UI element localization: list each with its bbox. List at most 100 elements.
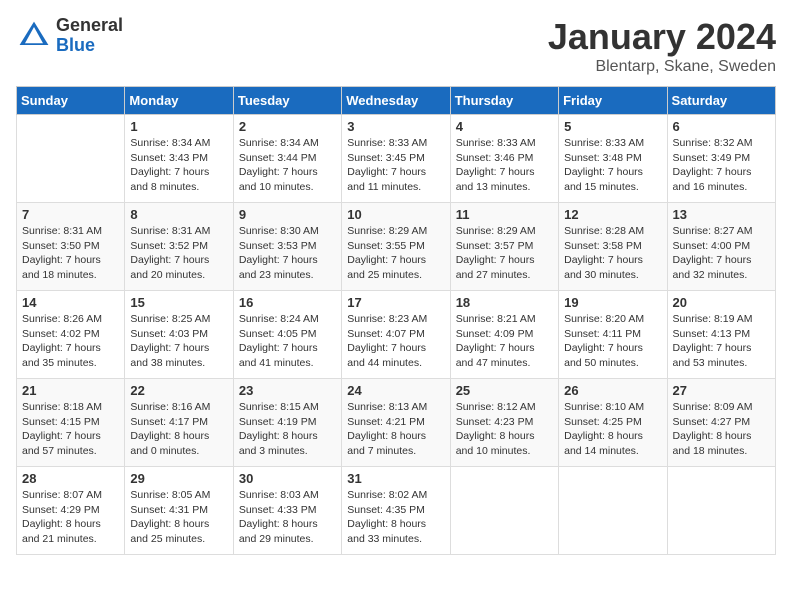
day-number: 20 — [673, 295, 770, 310]
logo-general-text: General — [56, 16, 123, 36]
day-number: 17 — [347, 295, 444, 310]
day-number: 2 — [239, 119, 336, 134]
day-number: 19 — [564, 295, 661, 310]
day-number: 24 — [347, 383, 444, 398]
column-header-thursday: Thursday — [450, 87, 558, 115]
day-info: Sunrise: 8:34 AMSunset: 3:43 PMDaylight:… — [130, 136, 227, 195]
day-number: 7 — [22, 207, 119, 222]
calendar-cell: 19 Sunrise: 8:20 AMSunset: 4:11 PMDayligh… — [559, 291, 667, 379]
day-info: Sunrise: 8:19 AMSunset: 4:13 PMDaylight:… — [673, 312, 770, 371]
calendar-cell: 3 Sunrise: 8:33 AMSunset: 3:45 PMDaylight… — [342, 115, 450, 203]
day-info: Sunrise: 8:31 AMSunset: 3:52 PMDaylight:… — [130, 224, 227, 283]
calendar-cell — [559, 467, 667, 555]
day-number: 5 — [564, 119, 661, 134]
day-info: Sunrise: 8:03 AMSunset: 4:33 PMDaylight:… — [239, 488, 336, 547]
day-number: 21 — [22, 383, 119, 398]
day-number: 27 — [673, 383, 770, 398]
calendar-cell: 11 Sunrise: 8:29 AMSunset: 3:57 PMDayligh… — [450, 203, 558, 291]
calendar-cell: 18Sunrise: 8:21 AMSunset: 4:09 PMDayligh… — [450, 291, 558, 379]
day-info: Sunrise: 8:07 AMSunset: 4:29 PMDaylight:… — [22, 488, 119, 547]
day-number: 23 — [239, 383, 336, 398]
calendar-cell: 31 Sunrise: 8:02 AMSunset: 4:35 PMDayligh… — [342, 467, 450, 555]
calendar-cell: 24 Sunrise: 8:13 AMSunset: 4:21 PMDayligh… — [342, 379, 450, 467]
day-info: Sunrise: 8:20 AMSunset: 4:11 PMDaylight:… — [564, 312, 661, 371]
calendar-cell: 28Sunrise: 8:07 AMSunset: 4:29 PMDayligh… — [17, 467, 125, 555]
calendar-cell: 25Sunrise: 8:12 AMSunset: 4:23 PMDayligh… — [450, 379, 558, 467]
day-info: Sunrise: 8:23 AMSunset: 4:07 PMDaylight:… — [347, 312, 444, 371]
calendar-cell: 13 Sunrise: 8:27 AMSunset: 4:00 PMDayligh… — [667, 203, 775, 291]
calendar-cell — [17, 115, 125, 203]
day-number: 26 — [564, 383, 661, 398]
calendar-week-row: 14 Sunrise: 8:26 AMSunset: 4:02 PMDayligh… — [17, 291, 776, 379]
title-block: January 2024 Blentarp, Skane, Sweden — [548, 16, 776, 76]
day-number: 25 — [456, 383, 553, 398]
calendar-cell: 14 Sunrise: 8:26 AMSunset: 4:02 PMDayligh… — [17, 291, 125, 379]
day-info: Sunrise: 8:18 AMSunset: 4:15 PMDaylight:… — [22, 400, 119, 459]
day-info: Sunrise: 8:26 AMSunset: 4:02 PMDaylight:… — [22, 312, 119, 371]
calendar-cell: 10 Sunrise: 8:29 AMSunset: 3:55 PMDayligh… — [342, 203, 450, 291]
calendar-cell: 6 Sunrise: 8:32 AMSunset: 3:49 PMDaylight… — [667, 115, 775, 203]
day-info: Sunrise: 8:33 AMSunset: 3:45 PMDaylight:… — [347, 136, 444, 195]
calendar-cell: 22Sunrise: 8:16 AMSunset: 4:17 PMDayligh… — [125, 379, 233, 467]
day-info: Sunrise: 8:27 AMSunset: 4:00 PMDaylight:… — [673, 224, 770, 283]
day-number: 31 — [347, 471, 444, 486]
day-info: Sunrise: 8:31 AMSunset: 3:50 PMDaylight:… — [22, 224, 119, 283]
calendar-cell: 8Sunrise: 8:31 AMSunset: 3:52 PMDaylight… — [125, 203, 233, 291]
logo: General Blue — [16, 16, 123, 56]
day-info: Sunrise: 8:29 AMSunset: 3:55 PMDaylight:… — [347, 224, 444, 283]
day-number: 13 — [673, 207, 770, 222]
month-title: January 2024 — [548, 16, 776, 58]
calendar-cell: 5 Sunrise: 8:33 AMSunset: 3:48 PMDaylight… — [559, 115, 667, 203]
calendar-cell: 7 Sunrise: 8:31 AMSunset: 3:50 PMDaylight… — [17, 203, 125, 291]
day-number: 3 — [347, 119, 444, 134]
day-info: Sunrise: 8:28 AMSunset: 3:58 PMDaylight:… — [564, 224, 661, 283]
calendar-week-row: 21 Sunrise: 8:18 AMSunset: 4:15 PMDayligh… — [17, 379, 776, 467]
calendar-cell: 27 Sunrise: 8:09 AMSunset: 4:27 PMDayligh… — [667, 379, 775, 467]
logo-icon — [16, 18, 52, 54]
day-number: 22 — [130, 383, 227, 398]
day-info: Sunrise: 8:30 AMSunset: 3:53 PMDaylight:… — [239, 224, 336, 283]
calendar-cell: 20 Sunrise: 8:19 AMSunset: 4:13 PMDayligh… — [667, 291, 775, 379]
day-info: Sunrise: 8:13 AMSunset: 4:21 PMDaylight:… — [347, 400, 444, 459]
calendar-cell: 29Sunrise: 8:05 AMSunset: 4:31 PMDayligh… — [125, 467, 233, 555]
logo-blue-text: Blue — [56, 36, 123, 56]
column-header-tuesday: Tuesday — [233, 87, 341, 115]
day-info: Sunrise: 8:33 AMSunset: 3:48 PMDaylight:… — [564, 136, 661, 195]
day-info: Sunrise: 8:10 AMSunset: 4:25 PMDaylight:… — [564, 400, 661, 459]
calendar-cell: 21 Sunrise: 8:18 AMSunset: 4:15 PMDayligh… — [17, 379, 125, 467]
day-number: 11 — [456, 207, 553, 222]
column-header-monday: Monday — [125, 87, 233, 115]
calendar-cell: 4Sunrise: 8:33 AMSunset: 3:46 PMDaylight… — [450, 115, 558, 203]
calendar-week-row: 28Sunrise: 8:07 AMSunset: 4:29 PMDayligh… — [17, 467, 776, 555]
day-number: 12 — [564, 207, 661, 222]
calendar-cell: 1Sunrise: 8:34 AMSunset: 3:43 PMDaylight… — [125, 115, 233, 203]
calendar-cell: 2 Sunrise: 8:34 AMSunset: 3:44 PMDaylight… — [233, 115, 341, 203]
column-header-friday: Friday — [559, 87, 667, 115]
day-number: 30 — [239, 471, 336, 486]
day-info: Sunrise: 8:33 AMSunset: 3:46 PMDaylight:… — [456, 136, 553, 195]
day-info: Sunrise: 8:25 AMSunset: 4:03 PMDaylight:… — [130, 312, 227, 371]
day-info: Sunrise: 8:09 AMSunset: 4:27 PMDaylight:… — [673, 400, 770, 459]
location-title: Blentarp, Skane, Sweden — [548, 58, 776, 76]
day-number: 14 — [22, 295, 119, 310]
day-number: 9 — [239, 207, 336, 222]
calendar-cell: 30 Sunrise: 8:03 AMSunset: 4:33 PMDayligh… — [233, 467, 341, 555]
column-header-wednesday: Wednesday — [342, 87, 450, 115]
calendar-cell: 16Sunrise: 8:24 AMSunset: 4:05 PMDayligh… — [233, 291, 341, 379]
calendar-header-row: SundayMondayTuesdayWednesdayThursdayFrid… — [17, 87, 776, 115]
calendar-cell: 23 Sunrise: 8:15 AMSunset: 4:19 PMDayligh… — [233, 379, 341, 467]
day-info: Sunrise: 8:02 AMSunset: 4:35 PMDaylight:… — [347, 488, 444, 547]
calendar-week-row: 7 Sunrise: 8:31 AMSunset: 3:50 PMDaylight… — [17, 203, 776, 291]
day-number: 10 — [347, 207, 444, 222]
day-info: Sunrise: 8:15 AMSunset: 4:19 PMDaylight:… — [239, 400, 336, 459]
calendar-cell: 17 Sunrise: 8:23 AMSunset: 4:07 PMDayligh… — [342, 291, 450, 379]
day-info: Sunrise: 8:29 AMSunset: 3:57 PMDaylight:… — [456, 224, 553, 283]
calendar-table: SundayMondayTuesdayWednesdayThursdayFrid… — [16, 86, 776, 555]
calendar-cell: 26 Sunrise: 8:10 AMSunset: 4:25 PMDayligh… — [559, 379, 667, 467]
day-number: 16 — [239, 295, 336, 310]
day-number: 6 — [673, 119, 770, 134]
day-number: 18 — [456, 295, 553, 310]
day-info: Sunrise: 8:32 AMSunset: 3:49 PMDaylight:… — [673, 136, 770, 195]
logo-text: General Blue — [56, 16, 123, 56]
day-info: Sunrise: 8:34 AMSunset: 3:44 PMDaylight:… — [239, 136, 336, 195]
